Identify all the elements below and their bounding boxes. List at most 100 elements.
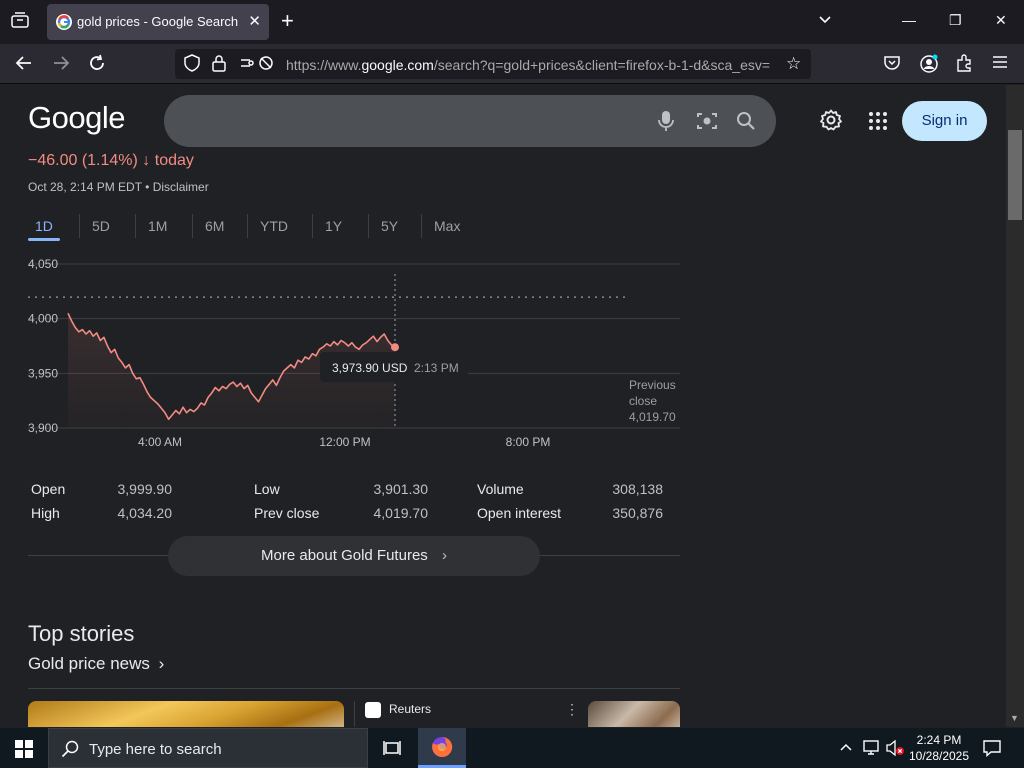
clock-time: 2:24 PM [916,733,962,747]
search-results-page: Google Sign in −46.00 (1.14%) ↓ today Oc… [0,85,1006,727]
system-clock[interactable]: 2:24 PM 10/28/2025 [908,732,970,764]
lock-icon[interactable] [212,54,226,77]
range-tab-1d[interactable]: 1D [35,218,53,234]
page-scrollbar[interactable]: ▼ [1006,85,1024,727]
url-text[interactable]: https://www.google.com/search?q=gold+pri… [286,57,770,73]
chevron-down-icon[interactable]: ▼ [1010,713,1019,723]
notification-icon[interactable] [983,739,1001,762]
windows-taskbar: Type here to search 2:24 PM 10/28/2025 [0,728,1024,768]
sign-in-button[interactable]: Sign in [902,101,987,141]
more-about-button[interactable]: More about Gold Futures › [168,536,540,576]
search-input[interactable] [164,95,776,147]
extensions-icon[interactable] [955,54,973,77]
volume-muted-icon[interactable] [886,739,904,761]
task-view-icon[interactable] [383,739,401,762]
clock-date: 10/28/2025 [908,749,970,763]
more-about-label: More about Gold Futures [261,547,428,564]
permissions-icon[interactable] [240,54,276,77]
tab-list-icon[interactable] [11,12,29,33]
story-thumbnail[interactable] [588,701,680,727]
stat-value-high: 4,034.20 [117,505,173,521]
range-separator [79,214,80,238]
range-separator [192,214,193,238]
shield-icon[interactable] [184,54,200,77]
account-icon[interactable] [919,54,939,79]
microphone-icon[interactable] [657,110,675,137]
google-logo[interactable]: Google [28,100,125,136]
more-vert-icon[interactable]: ⋮ [565,701,579,718]
stat-value-prev-close: 4,019.70 [373,505,429,521]
y-tick-label: 4,050 [28,257,58,271]
search-icon[interactable] [736,111,756,136]
stat-value-open: 3,999.90 [117,481,173,497]
x-tick-label: 8:00 PM [506,435,551,449]
navigation-toolbar: https://www.google.com/search?q=gold+pri… [0,44,1024,84]
range-tab-1y[interactable]: 1Y [325,218,342,234]
range-separator [247,214,248,238]
range-tab-5d[interactable]: 5D [92,218,110,234]
stat-label-open: Open [31,481,66,497]
close-icon[interactable]: ✕ [248,12,261,30]
scrollbar-thumb[interactable] [1008,130,1022,220]
pocket-icon[interactable] [883,54,901,77]
story-thumbnail[interactable] [28,701,344,727]
stat-value-low: 3,901.30 [373,481,429,497]
price-chart[interactable]: 4,050 4,000 3,950 3,900 4:00 AM 12:00 PM 8:00 … [0,250,700,460]
stat-label-prev-close: Prev close [254,505,320,521]
range-separator [312,214,313,238]
search-icon [61,740,79,763]
chevron-down-icon[interactable] [818,12,832,32]
restore-icon[interactable]: ❐ [949,12,962,29]
minimize-icon[interactable]: — [902,12,916,28]
top-stories-heading: Top stories [28,621,135,646]
range-tab-6m[interactable]: 6M [205,218,224,234]
plus-icon[interactable]: + [281,10,294,32]
range-tab-max[interactable]: Max [434,218,460,234]
apps-grid-icon[interactable] [869,112,887,135]
chevron-right-icon: › [441,547,447,564]
browser-tab[interactable]: gold prices - Google Search ✕ [47,4,269,40]
reuters-logo [365,702,381,718]
range-separator [368,214,369,238]
y-tick-label: 4,000 [28,312,58,326]
bookmark-star-icon[interactable]: ☆ [786,54,802,74]
divider [28,688,680,689]
address-bar[interactable]: https://www.google.com/search?q=gold+pri… [175,49,811,79]
reload-icon[interactable] [88,54,106,77]
camera-lens-icon[interactable] [696,111,718,136]
forward-icon[interactable] [52,54,70,77]
tab-bar: gold prices - Google Search ✕ + — ❐ ✕ [0,0,1024,44]
gear-icon[interactable] [820,109,842,136]
firefox-icon [431,736,453,763]
range-tab-1m[interactable]: 1M [148,218,167,234]
tooltip-time: 2:13 PM [414,361,459,375]
firefox-taskbar-button[interactable] [418,728,466,768]
chevron-up-icon[interactable] [840,741,852,759]
gold-price-news-link[interactable]: Gold price news › [28,654,164,674]
story-source[interactable]: Reuters [389,702,431,716]
range-tab-ytd[interactable]: YTD [260,218,288,234]
quote-timestamp[interactable]: Oct 28, 2:14 PM EDT • Disclaimer [28,180,209,194]
x-tick-label: 12:00 PM [319,435,370,449]
back-icon[interactable] [15,54,33,77]
y-tick-label: 3,950 [28,366,58,380]
close-window-icon[interactable]: ✕ [995,12,1007,29]
network-icon[interactable] [863,740,881,761]
previous-close-label: close [629,394,657,408]
y-tick-label: 3,900 [28,421,58,435]
windows-start-icon[interactable] [15,740,33,763]
stat-value-open-interest: 350,876 [612,505,663,521]
stat-label-open-interest: Open interest [477,505,562,521]
stat-value-volume: 308,138 [612,481,663,497]
tab-title: gold prices - Google Search [77,14,239,29]
divider [354,701,355,727]
previous-close-label: Previous [629,378,676,392]
chevron-right-icon: › [158,654,165,673]
active-range-indicator [28,238,60,241]
menu-icon[interactable] [992,54,1008,75]
taskbar-search-input[interactable]: Type here to search [48,728,368,768]
range-separator [135,214,136,238]
previous-close-value: 4,019.70 [629,410,676,424]
range-tab-5y[interactable]: 5Y [381,218,398,234]
google-favicon-icon [56,14,72,30]
